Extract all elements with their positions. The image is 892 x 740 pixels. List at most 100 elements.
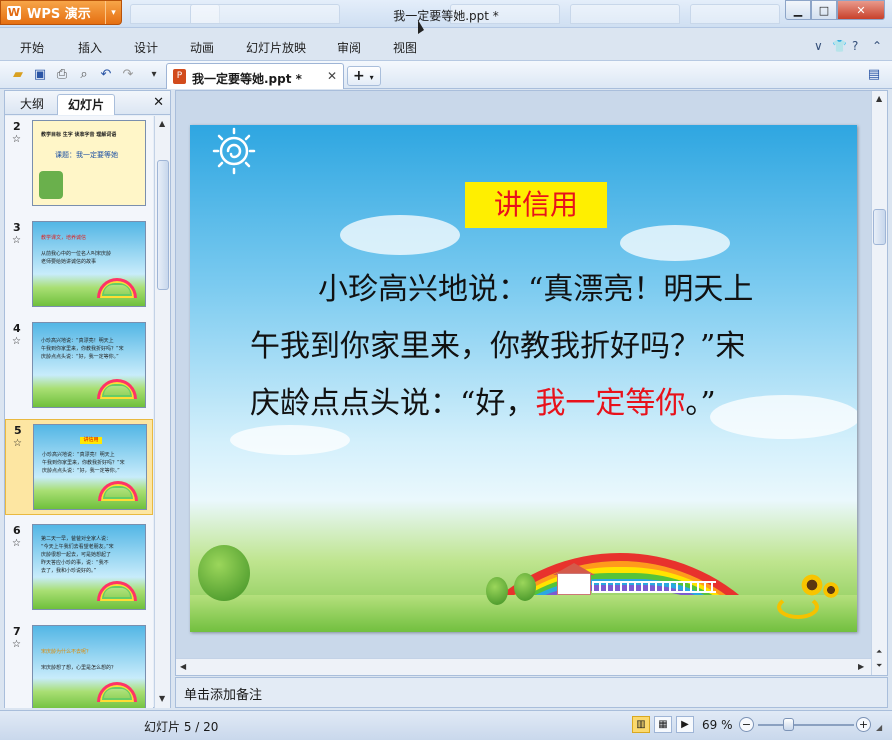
thumbnail-text: 第二天一早，爸爸对全家人说：	[41, 536, 112, 542]
thumbnail-text: 宋庆龄为什么不去呢？	[41, 649, 92, 655]
highlighted-phrase: 我一定等你	[535, 386, 686, 421]
thumbnail-image: 教学目标 生字 读准字音 理解词语 课题：我一定要等她	[32, 120, 146, 206]
thumbnail-slide-6[interactable]: 6 ☆ 第二天一早，爸爸对全家人说： “今天上午我们去看望老朋友。”宋 庆龄很想…	[5, 520, 153, 616]
zoom-out-button[interactable]: −	[739, 717, 754, 732]
thumbnail-text: 老师要给她讲诚信的故事	[41, 259, 97, 265]
thumbnail-illustration	[39, 171, 63, 199]
menu-bar: 开始 插入 设计 动画 幻灯片放映 审阅 视图 ∨ 👕 ? ⌃	[0, 34, 892, 60]
next-slide-icon[interactable]: ⏷	[876, 661, 882, 671]
slideshow-view-icon[interactable]: ▶	[676, 716, 694, 733]
thumbnail-text: 庆龄点点头说：“好，我一定等你。”	[42, 468, 120, 474]
current-slide[interactable]: 讲信用 小珍高兴地说：“真漂亮！明天上 午我到你家里来，你教我折好吗？”宋 庆龄…	[190, 125, 857, 632]
rainbow-graphic	[97, 379, 137, 399]
scroll-up-icon[interactable]: ▲	[876, 94, 882, 103]
notes-placeholder: 单击添加备注	[184, 688, 263, 703]
body-line-1: 小珍高兴地说：“真漂亮！明天上	[318, 272, 754, 307]
menu-slideshow[interactable]: 幻灯片放映	[246, 39, 306, 56]
thumbnail-image: 宋庆龄为什么不去呢？ 宋庆龄想了想，心里是怎么想的？	[32, 625, 146, 708]
tab-outline[interactable]: 大纲	[11, 94, 53, 115]
menu-design[interactable]: 设计	[134, 39, 158, 56]
notes-pane[interactable]: 单击添加备注	[175, 677, 888, 708]
window-layout-icon[interactable]: ▤	[866, 67, 882, 83]
tree-graphic	[198, 545, 250, 601]
thumbnail-text: 昨天答应小珍的事，说：“我不	[41, 560, 109, 566]
customize-toolbar-icon[interactable]: ▾	[146, 67, 162, 83]
thumbnail-slide-3[interactable]: 3 ☆ 教学课文，培养诚信 从前我心中的一位名人叫宋庆龄 老师要给她讲诚信的故事	[5, 217, 153, 313]
zoom-in-button[interactable]: +	[856, 717, 871, 732]
thumbnail-text: 教学课文，培养诚信	[41, 235, 87, 241]
thumbnail-number: 6	[13, 524, 21, 537]
scroll-down-icon[interactable]: ▼	[159, 694, 165, 703]
animation-star-icon: ☆	[13, 438, 22, 449]
horizontal-scrollbar[interactable]: ◀ ▶	[176, 658, 871, 675]
sunflower-graphic	[822, 581, 840, 599]
sun-icon	[212, 127, 256, 175]
document-tab[interactable]: P 我一定要等她.ppt * ✕	[166, 63, 344, 89]
panel-tabs: 大纲 幻灯片 ✕	[5, 91, 170, 115]
menu-view[interactable]: 视图	[393, 39, 417, 56]
fence-graphic	[592, 581, 716, 593]
print-icon[interactable]: ⎙	[54, 67, 70, 83]
redo-icon[interactable]: ↷	[120, 67, 136, 83]
status-bar: 幻灯片 5 / 20 ▥ ▦ ▶ 69 % − + ◢	[0, 710, 892, 740]
save-icon[interactable]: ▣	[32, 67, 48, 83]
slides-panel: 大纲 幻灯片 ✕ 2 ☆ 教学目标 生字 读准字音 理解词语 课题：我一定要等她…	[4, 90, 171, 708]
scroll-right-icon[interactable]: ▶	[858, 662, 864, 671]
slide-title[interactable]: 讲信用	[465, 182, 607, 228]
thumbnail-text: 庆龄很想一起去，可是她想起了	[41, 552, 112, 558]
menu-animation[interactable]: 动画	[190, 39, 214, 56]
thumbnail-slide-7[interactable]: 7 ☆ 宋庆龄为什么不去呢？ 宋庆龄想了想，心里是怎么想的？	[5, 621, 153, 708]
slide-editor: 讲信用 小珍高兴地说：“真漂亮！明天上 午我到你家里来，你教我折好吗？”宋 庆龄…	[175, 90, 888, 676]
undo-icon[interactable]: ↶	[98, 67, 114, 83]
animation-star-icon: ☆	[12, 538, 21, 549]
thumbnail-image: 教学课文，培养诚信 从前我心中的一位名人叫宋庆龄 老师要给她讲诚信的故事	[32, 221, 146, 307]
close-panel-icon[interactable]: ✕	[153, 95, 164, 110]
menu-insert[interactable]: 插入	[78, 39, 102, 56]
slide-sorter-view-icon[interactable]: ▦	[654, 716, 672, 733]
thumbnail-slide-5[interactable]: 5 ☆ 讲信用 小珍高兴地说：“真漂亮！明天上 午我到你家里来，你教我折好吗？”…	[5, 419, 153, 515]
previous-slide-icon[interactable]: ⏶	[876, 647, 882, 657]
vertical-scrollbar[interactable]: ▲ ⏶ ⏷	[871, 91, 887, 675]
window-title: 我一定要等她.ppt *	[393, 9, 499, 23]
ppt-file-icon: P	[173, 69, 186, 84]
body-line-3-end: 。”	[685, 386, 716, 421]
close-tab-icon[interactable]: ✕	[327, 69, 337, 83]
close-button[interactable]: ✕	[837, 0, 885, 20]
thumbnail-text: 去了，我和小珍说好的。”	[41, 568, 97, 574]
thumbnail-scrollbar[interactable]: ▲ ▼	[154, 116, 170, 708]
menu-review[interactable]: 审阅	[337, 39, 361, 56]
slide-body-text[interactable]: 小珍高兴地说：“真漂亮！明天上 午我到你家里来，你教我折好吗？”宋 庆龄点点头说…	[250, 261, 810, 432]
thumbnail-slide-2[interactable]: 2 ☆ 教学目标 生字 读准字音 理解词语 课题：我一定要等她	[5, 116, 153, 212]
minimize-button[interactable]: ▁	[785, 0, 811, 20]
animation-star-icon: ☆	[12, 336, 21, 347]
thumbnail-text: 宋庆龄想了想，心里是怎么想的？	[41, 665, 117, 671]
open-folder-icon[interactable]: ▰	[10, 67, 26, 83]
thumbnail-text: 小珍高兴地说：“真漂亮！明天上	[41, 338, 114, 344]
normal-view-icon[interactable]: ▥	[632, 716, 650, 733]
zoom-slider-track[interactable]	[758, 724, 854, 726]
new-tab-button[interactable]: + ▾	[347, 66, 381, 86]
body-line-3: 庆龄点点头说：“好，	[250, 386, 536, 421]
thumbnail-slide-4[interactable]: 4 ☆ 小珍高兴地说：“真漂亮！明天上 午我到你家里来，你教我折好吗？”宋 庆龄…	[5, 318, 153, 414]
zoom-slider-handle[interactable]	[783, 718, 794, 731]
thumbnail-text: “今天上午我们去看望老朋友。”宋	[41, 544, 114, 550]
maximize-button[interactable]: □	[811, 0, 837, 20]
tab-slides[interactable]: 幻灯片	[57, 94, 115, 115]
rainbow-graphic	[97, 682, 137, 702]
thumbnail-number: 4	[13, 322, 21, 335]
print-preview-icon[interactable]: ⌕	[76, 67, 92, 83]
ribbon-collapse-icon[interactable]: ∨	[814, 39, 823, 53]
action-arrow-icon[interactable]	[777, 595, 819, 619]
rainbow-graphic	[98, 481, 138, 501]
expand-icon[interactable]: ⌃	[872, 39, 882, 53]
resize-grip-icon[interactable]: ◢	[876, 723, 882, 732]
scroll-left-icon[interactable]: ◀	[180, 662, 186, 671]
scrollbar-thumb[interactable]	[873, 209, 886, 245]
menu-home[interactable]: 开始	[20, 39, 44, 56]
scrollbar-thumb[interactable]	[157, 160, 169, 290]
rainbow-graphic	[97, 581, 137, 601]
scroll-up-icon[interactable]: ▲	[159, 119, 165, 128]
skin-icon[interactable]: 👕	[832, 39, 847, 53]
animation-star-icon: ☆	[12, 639, 21, 650]
help-icon[interactable]: ?	[852, 39, 858, 53]
